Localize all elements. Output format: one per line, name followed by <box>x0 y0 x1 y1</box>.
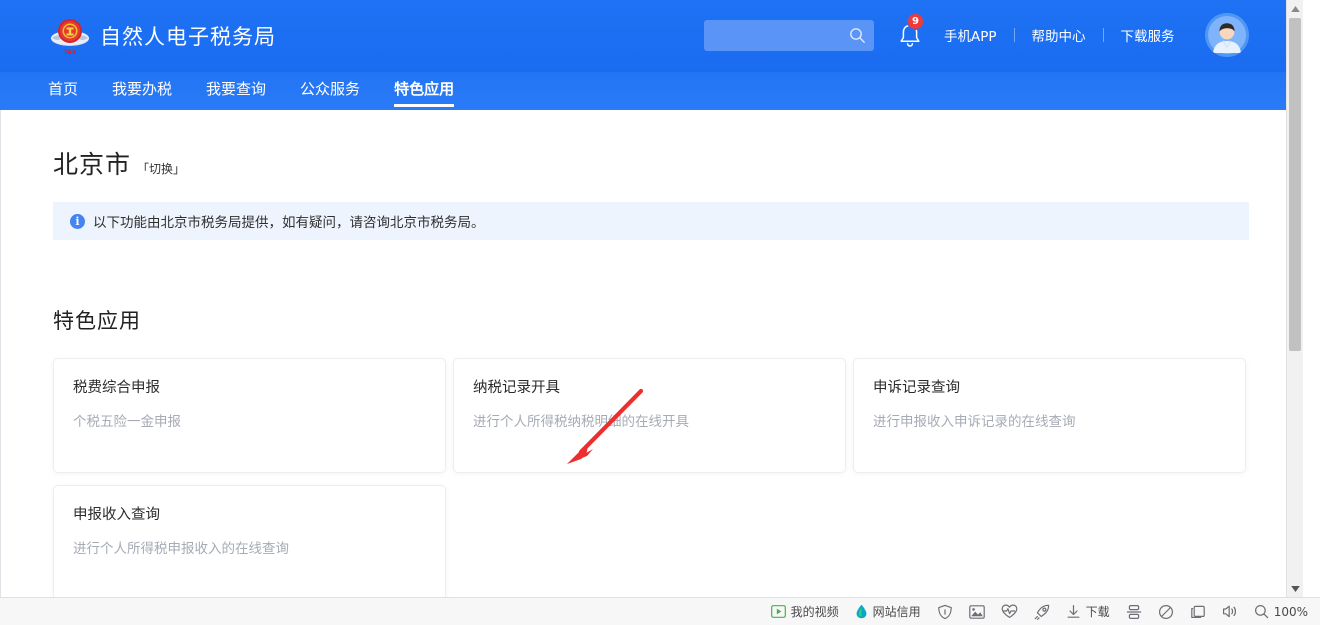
my-video-icon <box>770 605 786 618</box>
download-icon <box>1066 604 1081 619</box>
divider <box>1102 28 1104 42</box>
search-box[interactable] <box>704 20 874 51</box>
browser-window: TAX 自然人电子税务局 9 手机APP 帮助中心 下载服务 首页 我要办税 我… <box>0 0 1320 625</box>
app-card-tax-record-issuance[interactable]: 纳税记录开具 进行个人所得税纳税明细的在线开具 <box>453 358 846 473</box>
svg-text:TAX: TAX <box>64 49 77 56</box>
section-title: 特色应用 <box>53 309 141 333</box>
city-name: 北京市 <box>53 150 132 179</box>
site-header: TAX 自然人电子税务局 9 手机APP 帮助中心 下载服务 <box>0 0 1303 72</box>
scrollbar-thumb[interactable] <box>1289 18 1301 351</box>
main-nav: 首页 我要办税 我要查询 公众服务 特色应用 <box>0 72 1303 110</box>
scroll-up-button[interactable] <box>1287 0 1303 17</box>
card-desc: 进行个人所得税纳税明细的在线开具 <box>473 414 689 430</box>
nav-item-public-service[interactable]: 公众服务 <box>300 72 360 110</box>
card-desc: 进行申报收入申诉记录的在线查询 <box>873 414 1076 430</box>
status-site-credit[interactable]: 网站信用 <box>855 601 921 623</box>
user-avatar-icon <box>1205 13 1249 57</box>
browser-status-bar: 我的视频 网站信用 下载 100% <box>0 597 1320 625</box>
brand[interactable]: TAX 自然人电子税务局 <box>48 13 276 59</box>
caret-down-icon <box>1290 585 1300 592</box>
status-my-video[interactable]: 我的视频 <box>770 601 839 623</box>
vertical-scrollbar[interactable] <box>1286 0 1303 597</box>
app-card-appeal-record-query[interactable]: 申诉记录查询 进行申报收入申诉记录的在线查询 <box>853 358 1246 473</box>
status-shield[interactable] <box>937 601 953 623</box>
header-link-app[interactable]: 手机APP <box>944 25 997 45</box>
tax-bureau-emblem-icon: TAX <box>48 14 92 58</box>
volume-icon <box>1222 604 1238 619</box>
divider <box>1013 28 1015 42</box>
notification-badge: 9 <box>907 13 924 30</box>
header-link-download[interactable]: 下载服务 <box>1121 25 1175 45</box>
app-card-tax-comprehensive-declaration[interactable]: 税费综合申报 个税五险一金申报 <box>53 358 446 473</box>
image-icon <box>968 604 985 619</box>
status-zoom-level[interactable]: 100% <box>1254 601 1308 623</box>
status-adblock[interactable] <box>1158 601 1174 623</box>
info-icon: i <box>70 213 85 229</box>
app-card-declared-income-query[interactable]: 申报收入查询 进行个人所得税申报收入的在线查询 <box>53 485 446 597</box>
search-input[interactable] <box>704 20 844 51</box>
nav-items: 首页 我要办税 我要查询 公众服务 特色应用 <box>48 72 488 110</box>
main-content: 北京市 「切换」 i 以下功能由北京市税务局提供，如有疑问，请咨询北京市税务局。… <box>0 110 1303 597</box>
adblock-icon <box>1158 604 1174 620</box>
city-switch-link[interactable]: 「切换」 <box>137 160 185 177</box>
status-rocket[interactable] <box>1034 601 1050 623</box>
status-label: 下载 <box>1085 605 1110 619</box>
card-desc: 个税五险一金申报 <box>73 414 181 430</box>
brand-title: 自然人电子税务局 <box>100 25 276 49</box>
nav-item-query[interactable]: 我要查询 <box>206 72 266 110</box>
card-title: 申报收入查询 <box>73 507 160 523</box>
avatar[interactable] <box>1205 13 1249 57</box>
city-selector: 北京市 「切换」 <box>53 110 1246 181</box>
split-screen-icon <box>1126 604 1142 620</box>
search-icon[interactable] <box>849 27 866 44</box>
status-label: 我的视频 <box>790 605 839 619</box>
zoom-level-label: 100% <box>1273 604 1308 619</box>
notification-bell[interactable]: 9 <box>893 13 927 52</box>
status-label: 网站信用 <box>872 605 921 619</box>
shield-icon <box>937 604 953 620</box>
sidebar-panel-icon <box>1190 604 1206 620</box>
nav-item-home[interactable]: 首页 <box>48 72 78 110</box>
status-sidebar-panel[interactable] <box>1190 601 1206 623</box>
caret-up-icon <box>1290 5 1300 12</box>
site-credit-droplet-icon <box>855 604 868 619</box>
card-title: 税费综合申报 <box>73 380 160 396</box>
notice-banner: i 以下功能由北京市税务局提供，如有疑问，请咨询北京市税务局。 <box>53 202 1249 240</box>
page-content: TAX 自然人电子税务局 9 手机APP 帮助中心 下载服务 首页 我要办税 我… <box>0 0 1303 597</box>
card-title: 纳税记录开具 <box>473 380 560 396</box>
header-links: 手机APP 帮助中心 下载服务 <box>944 24 1175 46</box>
status-download[interactable]: 下载 <box>1066 601 1110 623</box>
scroll-down-button[interactable] <box>1287 580 1303 597</box>
status-split-screen[interactable] <box>1126 601 1142 623</box>
status-heartbeat[interactable] <box>1001 601 1018 623</box>
zoom-icon <box>1254 604 1269 619</box>
app-card-grid: 税费综合申报 个税五险一金申报 纳税记录开具 进行个人所得税纳税明细的在线开具 … <box>53 358 1253 597</box>
heartbeat-icon <box>1001 604 1018 619</box>
status-image[interactable] <box>968 601 985 623</box>
card-desc: 进行个人所得税申报收入的在线查询 <box>73 541 289 557</box>
nav-item-tax-handling[interactable]: 我要办税 <box>112 72 172 110</box>
card-title: 申诉记录查询 <box>873 380 960 396</box>
header-link-help[interactable]: 帮助中心 <box>1032 25 1086 45</box>
rocket-icon <box>1034 604 1050 620</box>
nav-item-featured-apps[interactable]: 特色应用 <box>394 72 455 110</box>
notice-text: 以下功能由北京市税务局提供，如有疑问，请咨询北京市税务局。 <box>93 215 485 231</box>
status-volume[interactable] <box>1222 601 1238 623</box>
